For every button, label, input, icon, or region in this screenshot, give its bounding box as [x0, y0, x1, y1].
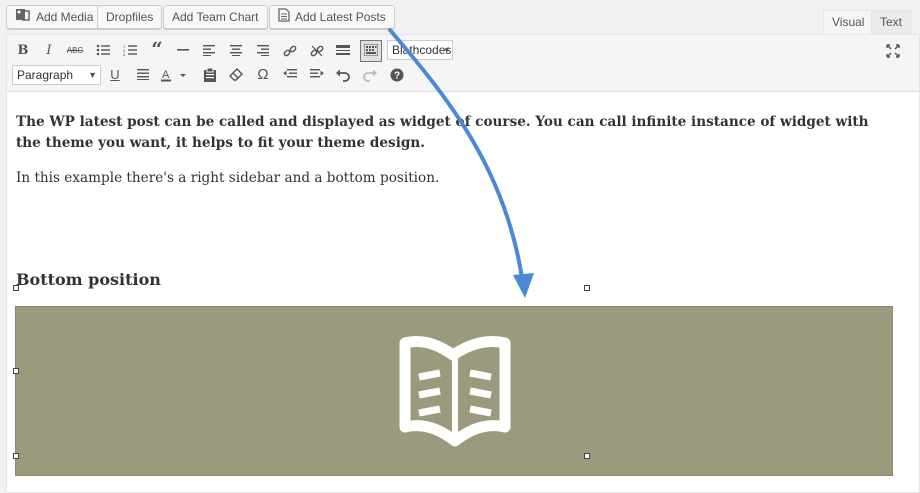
bullet-list-icon[interactable] [93, 41, 113, 61]
tab-visual-label: Visual [832, 15, 865, 29]
toolbar-toggle-icon[interactable] [360, 40, 382, 62]
resize-handle[interactable] [13, 285, 19, 291]
dropfiles-button[interactable]: Dropfiles [97, 5, 163, 29]
svg-text:?: ? [394, 71, 400, 82]
chevron-down-icon: ▼ [88, 70, 97, 80]
editor: B I ABC 123 “ Blathcodes ▾ Paragraph ▼ U… [6, 34, 920, 493]
paste-text-icon[interactable] [200, 65, 220, 85]
horizontal-line-icon[interactable] [173, 41, 193, 61]
help-icon[interactable]: ? [387, 65, 407, 85]
resize-handle[interactable] [13, 453, 19, 459]
outdent-icon[interactable] [280, 65, 300, 85]
shortcode-select-value: Blathcodes [392, 43, 452, 57]
undo-icon[interactable] [333, 65, 353, 85]
italic-icon[interactable]: I [39, 41, 59, 61]
redo-icon[interactable] [360, 65, 380, 85]
strikethrough-icon[interactable]: ABC [65, 41, 85, 61]
indent-icon[interactable] [307, 65, 327, 85]
blockquote-icon[interactable]: “ [147, 39, 167, 59]
add-team-chart-label: Add Team Chart [172, 10, 259, 24]
numbered-list-icon[interactable]: 123 [120, 41, 140, 61]
svg-text:3: 3 [123, 52, 126, 56]
align-left-icon[interactable] [199, 41, 219, 61]
intro-bold-paragraph: The WP latest post can be called and dis… [16, 114, 869, 151]
document-icon [278, 7, 290, 29]
bold-icon[interactable]: B [13, 41, 33, 61]
resize-handle[interactable] [584, 453, 590, 459]
dropfiles-label: Dropfiles [106, 10, 154, 24]
add-media-button[interactable]: Add Media [6, 5, 103, 29]
intro-paragraph: In this example there's a right sidebar … [16, 170, 440, 186]
section-heading: Bottom position [16, 270, 161, 289]
read-more-icon[interactable] [333, 41, 353, 61]
tab-text-label: Text [880, 15, 903, 29]
align-right-icon[interactable] [253, 41, 273, 61]
justify-icon[interactable] [133, 65, 153, 85]
link-icon[interactable] [280, 41, 300, 61]
resize-handle[interactable] [13, 368, 19, 374]
align-center-icon[interactable] [226, 41, 246, 61]
chevron-down-icon: ▾ [444, 45, 449, 55]
media-buttons-bar: Add Media Dropfiles Add Team Chart Add L… [0, 0, 920, 34]
latest-posts-widget-placeholder[interactable] [15, 306, 893, 476]
unlink-icon[interactable] [307, 41, 327, 61]
add-media-label: Add Media [36, 10, 94, 24]
add-latest-posts-button[interactable]: Add Latest Posts [269, 5, 395, 29]
format-select[interactable]: Paragraph ▼ [12, 65, 101, 85]
editor-content[interactable]: The WP latest post can be called and dis… [7, 92, 919, 492]
open-book-icon [399, 336, 511, 447]
tab-visual[interactable]: Visual [823, 10, 874, 34]
add-team-chart-button[interactable]: Add Team Chart [163, 5, 268, 29]
clear-formatting-icon[interactable] [226, 65, 246, 85]
editor-toolbar: B I ABC 123 “ Blathcodes ▾ Paragraph ▼ U… [7, 35, 919, 92]
add-latest-posts-label: Add Latest Posts [295, 10, 386, 24]
underline-icon[interactable]: U [105, 65, 125, 85]
tab-text[interactable]: Text [871, 10, 912, 34]
special-character-icon[interactable]: Ω [253, 65, 273, 85]
resize-handle[interactable] [584, 285, 590, 291]
text-color-icon[interactable]: A [160, 65, 190, 85]
media-icon [15, 7, 31, 29]
svg-text:A: A [162, 69, 170, 81]
fullscreen-icon[interactable] [883, 41, 903, 61]
shortcode-select[interactable]: Blathcodes ▾ [387, 40, 453, 60]
format-select-value: Paragraph [17, 68, 74, 82]
